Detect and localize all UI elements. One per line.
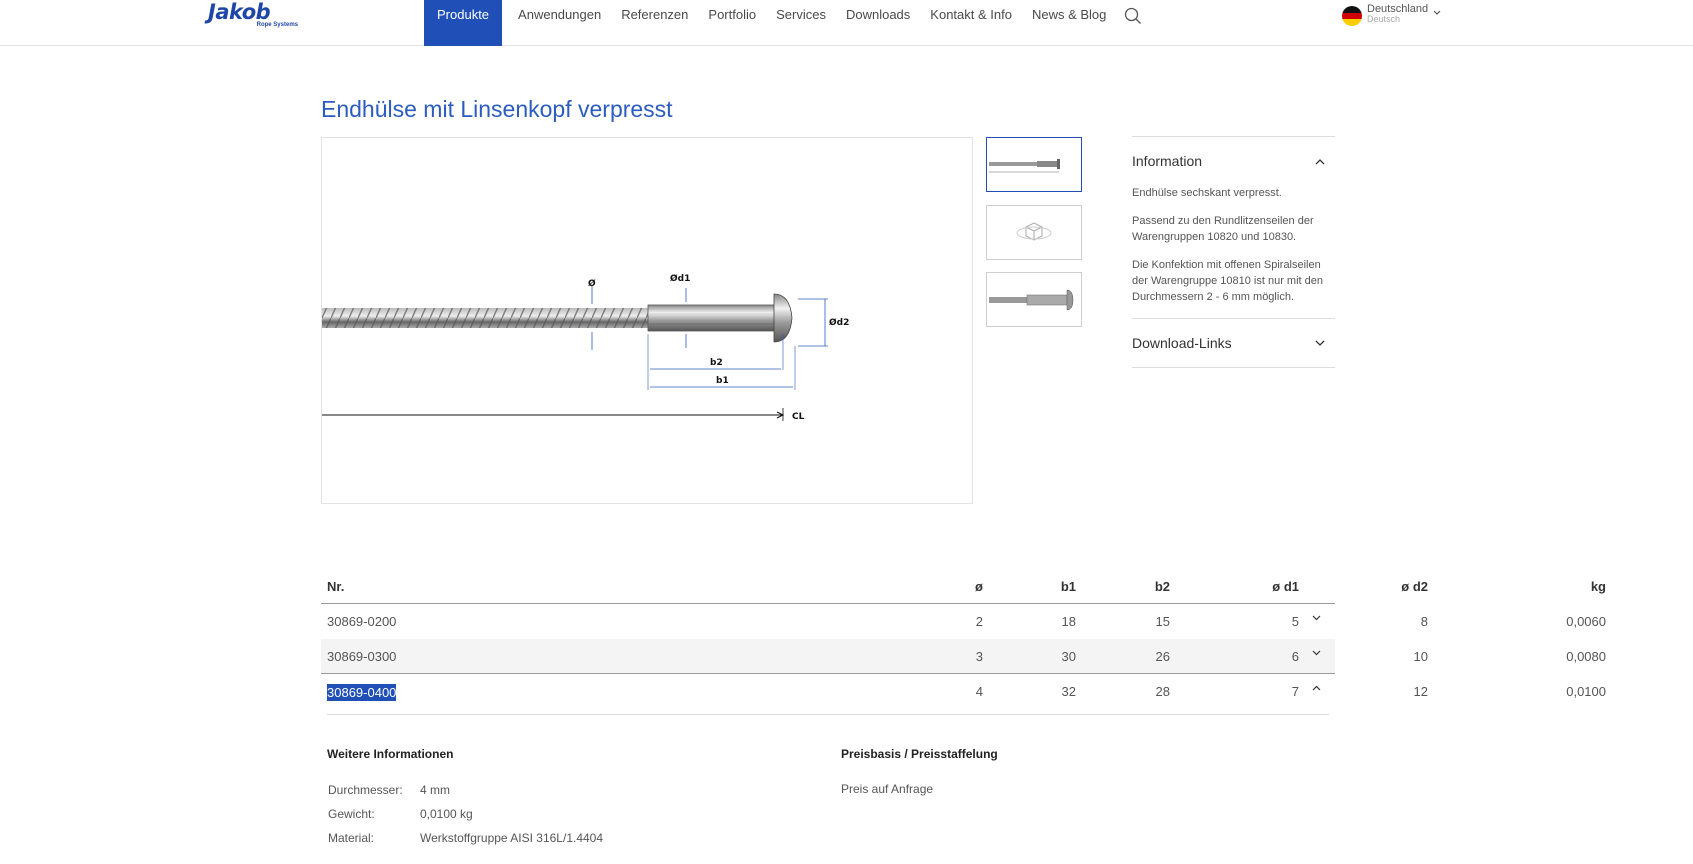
language-selector[interactable]: Deutschland Deutsch <box>1342 4 1441 28</box>
table-row-expanded[interactable]: 30869-0400 4 32 28 7 12 0,0100 <box>327 674 1606 715</box>
language-country: Deutschland <box>1367 3 1429 15</box>
cell-b2: 26 <box>1155 649 1170 664</box>
cell-b1: 32 <box>1061 684 1076 699</box>
table-row[interactable]: 30869-0300 3 30 26 6 10 0,0080 <box>321 639 1606 674</box>
cell-d: 4 <box>975 684 983 699</box>
nav-news-blog[interactable]: News & Blog <box>1022 0 1116 46</box>
info-paragraph: Die Konfektion mit offenen Spiralseilen … <box>1132 259 1323 303</box>
label-b2: b2 <box>710 358 723 368</box>
nav-produkte[interactable]: Produkte <box>424 0 503 46</box>
jakob-logo[interactable]: Jakob Rope Systems <box>208 0 300 29</box>
col-d1: ø d1 <box>1272 579 1299 594</box>
details-price-title: Preisbasis / Preisstaffelung <box>841 747 998 761</box>
cube-360-icon <box>1016 222 1052 241</box>
search-icon <box>1125 7 1142 24</box>
col-b2: b2 <box>1154 579 1170 594</box>
variants-table: Nr. ø b1 b2 ø d1 ø d2 kg 30869-0200 2 18… <box>321 576 1606 715</box>
cell-kg: 0,0100 <box>1566 684 1606 699</box>
detail-label: Durchmesser: <box>328 783 403 797</box>
accordion-downloads-title: Download-Links <box>1132 335 1232 351</box>
col-d2: ø d2 <box>1401 579 1428 594</box>
nav-portfolio[interactable]: Portfolio <box>698 0 766 46</box>
cell-nr: 30869-0200 <box>327 614 397 629</box>
detail-label: Gewicht: <box>328 807 375 821</box>
label-d2: Ød2 <box>829 317 849 328</box>
thumbnail-drawing[interactable] <box>986 137 1082 192</box>
chevron-up-icon[interactable] <box>1312 685 1321 691</box>
info-paragraph: Endhülse sechskant verpresst. <box>1132 187 1282 199</box>
product-drawing[interactable]: Ø Ød1 Ød2 b2 b1 CL <box>321 137 973 504</box>
page-title: Endhülse mit Linsenkopf verpresst <box>321 96 673 122</box>
germany-flag-icon <box>1342 6 1362 26</box>
cell-d1: 5 <box>1291 614 1299 629</box>
nav-referenzen[interactable]: Referenzen <box>611 0 698 46</box>
drawing-svg: Ø Ød1 Ød2 b2 b1 CL <box>322 273 849 422</box>
cell-nr: 30869-0300 <box>327 649 397 664</box>
cell-b2: 15 <box>1155 614 1170 629</box>
detail-value: 4 mm <box>420 783 450 797</box>
col-kg: kg <box>1590 579 1606 594</box>
cell-b1: 18 <box>1061 614 1076 629</box>
cell-b1: 30 <box>1061 649 1076 664</box>
cell-d: 3 <box>975 649 983 664</box>
logo-wordmark: Jakob <box>208 0 271 24</box>
accordion-information: Information Endhülse sechskant verpresst… <box>1132 136 1335 318</box>
price-value: Preis auf Anfrage <box>841 782 934 796</box>
detail-label: Material: <box>328 831 375 845</box>
label-d1: Ød1 <box>670 273 690 284</box>
cell-d1: 6 <box>1291 649 1299 664</box>
main-nav: Produkte Anwendungen Referenzen Portfoli… <box>424 0 1152 46</box>
info-panel: Information Endhülse sechskant verpresst… <box>1132 136 1335 368</box>
cell-d: 2 <box>975 614 983 629</box>
chevron-down-icon[interactable] <box>1312 650 1321 656</box>
label-cl: CL <box>792 412 805 422</box>
cell-nr: 30869-0400 <box>327 684 397 701</box>
site-header: Jakob Rope Systems Produkte Anwendungen … <box>0 0 1693 46</box>
table-header: Nr. ø b1 b2 ø d1 ø d2 kg <box>321 576 1606 604</box>
nav-downloads[interactable]: Downloads <box>836 0 920 46</box>
detail-value: 0,0100 kg <box>420 807 473 821</box>
nav-anwendungen[interactable]: Anwendungen <box>508 0 611 46</box>
col-b1: b1 <box>1060 579 1076 594</box>
search-button[interactable] <box>1116 0 1152 46</box>
chevron-down-icon <box>1315 340 1325 346</box>
nav-kontakt-info[interactable]: Kontakt & Info <box>920 0 1022 46</box>
accordion-downloads-toggle[interactable]: Download-Links <box>1132 319 1335 367</box>
info-paragraph: Passend zu den Rundlitzenseilen der Ware… <box>1132 215 1314 243</box>
chevron-down-icon[interactable] <box>1312 615 1321 621</box>
cell-kg: 0,0060 <box>1566 614 1606 629</box>
thumbnail-3d-view[interactable] <box>986 205 1082 260</box>
label-d: Ø <box>588 278 596 289</box>
language-name: Deutsch <box>1367 14 1401 24</box>
accordion-information-title: Information <box>1132 153 1203 169</box>
table-row[interactable]: 30869-0200 2 18 15 5 8 0,0060 <box>321 604 1606 639</box>
chevron-up-icon <box>1315 158 1325 164</box>
chevron-down-icon <box>1433 10 1441 15</box>
col-d: ø <box>975 579 983 594</box>
detail-value: Werkstoffgruppe AISI 316L/1.4404 <box>420 831 604 845</box>
details-more-title: Weitere Informationen <box>327 747 454 761</box>
label-b1: b1 <box>716 376 729 386</box>
accordion-information-body: Endhülse sechskant verpresst. Passend zu… <box>1132 185 1335 318</box>
cell-d1: 7 <box>1291 684 1299 699</box>
sleeve <box>647 304 777 332</box>
cell-kg: 0,0080 <box>1566 649 1606 664</box>
accordion-downloads: Download-Links <box>1132 318 1335 368</box>
thumbnail-photo[interactable] <box>986 272 1082 327</box>
cell-b2: 28 <box>1155 684 1170 699</box>
col-nr: Nr. <box>327 579 345 594</box>
nav-services[interactable]: Services <box>766 0 836 46</box>
accordion-information-toggle[interactable]: Information <box>1132 137 1335 185</box>
